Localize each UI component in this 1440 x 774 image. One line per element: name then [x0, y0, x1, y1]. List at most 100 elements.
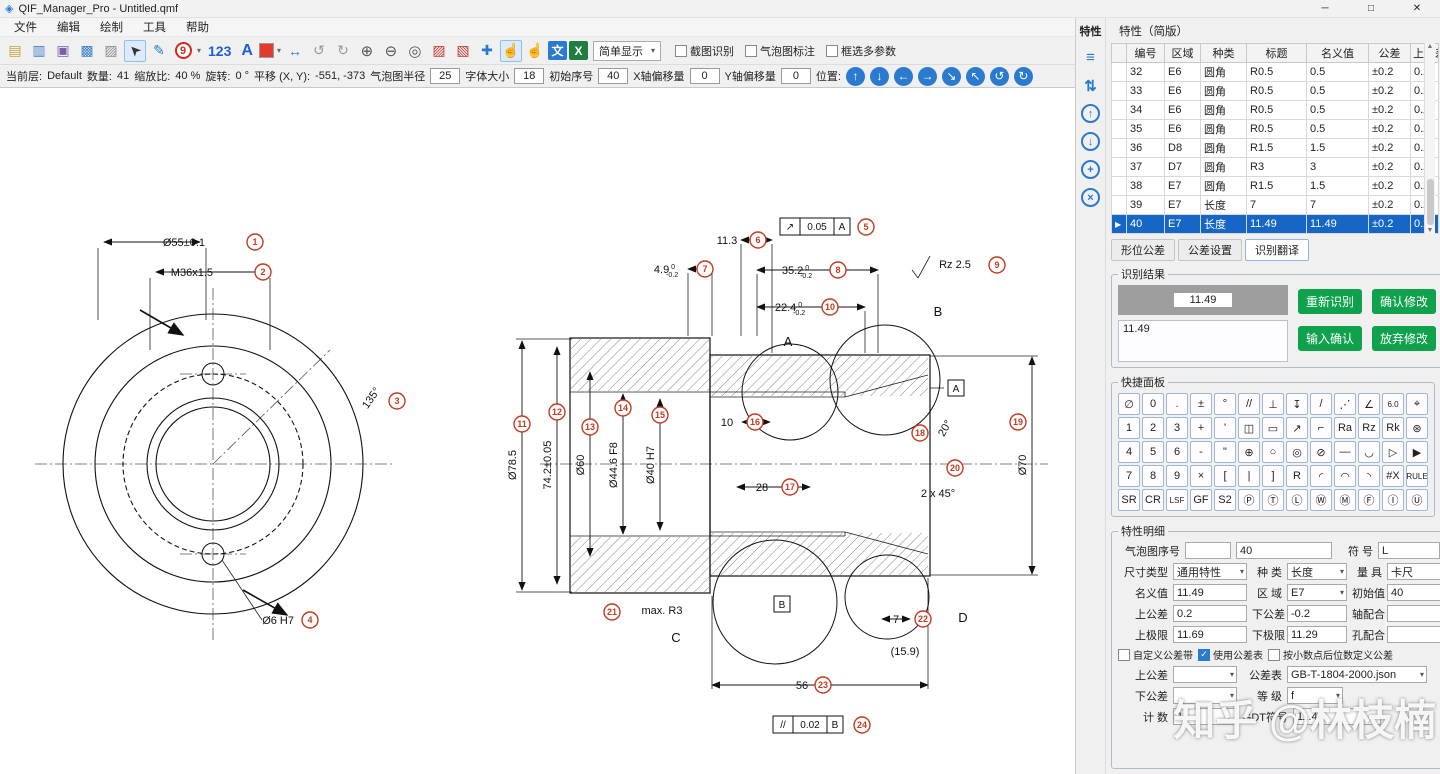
quick-symbol-button[interactable]: Ⓘ [1382, 489, 1404, 511]
dim-text[interactable]: 28 [756, 482, 768, 494]
quick-symbol-button[interactable]: Ⓤ [1406, 489, 1428, 511]
table-cell[interactable]: 1.5 [1306, 176, 1369, 196]
fcf-frame[interactable]: ↗ 0.05 A [779, 217, 851, 236]
table-cell[interactable]: R1.5 [1246, 176, 1307, 196]
table-cell[interactable]: 38 [1126, 176, 1165, 196]
quick-symbol-button[interactable]: ⊕ [1238, 441, 1260, 463]
dim-text[interactable]: max. R3 [642, 605, 683, 617]
table-cell[interactable]: 圆角 [1200, 81, 1247, 101]
table-cell[interactable]: 圆角 [1200, 100, 1247, 120]
bubble-18[interactable]: 18 [911, 424, 929, 442]
table-cell[interactable]: 39 [1126, 195, 1165, 215]
quick-symbol-button[interactable]: ' [1214, 417, 1236, 439]
dim-text[interactable]: 20° [936, 418, 955, 438]
nominal-input[interactable]: 11.49 [1173, 584, 1247, 601]
quick-symbol-button[interactable]: Ⓛ [1286, 489, 1308, 511]
table-row[interactable]: 38 E7 圆角 R1.5 1.5 ±0.2 0.2 [1111, 176, 1439, 196]
confirm-edit-button[interactable]: 确认修改 [1372, 289, 1436, 314]
dim-text[interactable]: Ø60 [575, 455, 587, 476]
nudge-upleft-button[interactable]: ↖ [965, 66, 985, 86]
tab-3[interactable]: 识别翻译 [1245, 239, 1309, 261]
bubble-4[interactable]: 4 [301, 611, 319, 629]
bubble-annotation-checkbox[interactable]: 气泡图标注 [744, 43, 815, 59]
quick-symbol-button[interactable]: - [1190, 441, 1212, 463]
dim-text[interactable]: 56 [796, 680, 808, 692]
quick-symbol-button[interactable]: × [1190, 465, 1212, 487]
dim-text[interactable]: 135° [360, 386, 383, 412]
quick-symbol-button[interactable]: SR [1118, 489, 1140, 511]
symbol-input[interactable]: L [1378, 542, 1440, 559]
nudge-right-button[interactable]: → [917, 66, 937, 86]
initial-value-input[interactable]: 40 [1387, 584, 1440, 601]
quick-symbol-button[interactable]: Ⓟ [1238, 489, 1260, 511]
quick-symbol-button[interactable]: ◝ [1358, 465, 1380, 487]
table-cell[interactable]: ±0.2 [1368, 214, 1411, 234]
quick-symbol-button[interactable]: ◎ [1286, 441, 1308, 463]
table-cell[interactable]: 33 [1126, 81, 1165, 101]
table-cell[interactable]: 7 [1306, 195, 1369, 215]
screenshot-recognition-checkbox-box[interactable] [674, 44, 687, 57]
numbering-123-button[interactable]: 123 [204, 40, 235, 62]
quick-symbol-button[interactable]: + [1190, 417, 1212, 439]
tab-2[interactable]: 公差设置 [1178, 239, 1242, 261]
bubble-14[interactable]: 14 [614, 399, 632, 417]
dim-text[interactable]: Ø40 H7 [645, 446, 657, 484]
quick-symbol-button[interactable]: [ [1214, 465, 1236, 487]
hand-tool-icon[interactable]: ☝ [524, 40, 546, 62]
column-header[interactable]: 种类 [1200, 43, 1247, 63]
quick-symbol-button[interactable]: " [1214, 441, 1236, 463]
quick-symbol-button[interactable]: ⌐ [1310, 417, 1332, 439]
marker-tool-icon[interactable]: ✎ [148, 40, 170, 62]
table-row[interactable]: 34 E6 圆角 R0.5 0.5 ±0.2 0.2 [1111, 100, 1439, 120]
table-cell[interactable]: 圆角 [1200, 176, 1247, 196]
quick-symbol-button[interactable]: Ra [1334, 417, 1356, 439]
lower-tol-input[interactable]: -0.2 [1287, 605, 1347, 622]
decimal-tol-checkbox[interactable]: 按小数点后位数定义公差 [1268, 647, 1393, 662]
table-cell[interactable]: ±0.2 [1368, 119, 1411, 139]
table-row[interactable]: 36 D8 圆角 R1.5 1.5 ±0.2 0.2 [1111, 138, 1439, 158]
table-cell[interactable]: 0.5 [1306, 62, 1369, 82]
column-header[interactable]: 区域 [1164, 43, 1201, 63]
table-cell[interactable]: ±0.2 [1368, 157, 1411, 177]
quick-symbol-button[interactable]: — [1334, 441, 1356, 463]
quick-symbol-button[interactable]: 6 [1166, 441, 1188, 463]
quick-symbol-button[interactable]: 4 [1118, 441, 1140, 463]
quick-symbol-button[interactable]: // [1238, 393, 1260, 415]
column-header[interactable]: 编号 [1126, 43, 1165, 63]
dim-text[interactable]: D [958, 610, 967, 625]
scroll-up-icon[interactable]: ▲ [1427, 43, 1434, 50]
font-size-input[interactable]: 18 [514, 68, 545, 84]
angle-tool-icon[interactable]: ▧ [452, 40, 474, 62]
gdt-symbol-input[interactable]: 11.49 [1293, 708, 1381, 725]
table-cell[interactable]: 1.5 [1306, 138, 1369, 158]
add-row-button[interactable]: + [1081, 160, 1100, 179]
quick-symbol-button[interactable]: CR [1142, 489, 1164, 511]
move-up-button[interactable]: ↑ [1081, 104, 1100, 123]
bubble-number-input[interactable]: 40 [1236, 542, 1332, 559]
table-cell[interactable]: 11.49 [1306, 214, 1369, 234]
multi-param-select-checkbox-box[interactable] [825, 44, 838, 57]
table-cell[interactable]: 36 [1126, 138, 1165, 158]
dim-text[interactable]: 10 [721, 417, 733, 429]
bubble-12[interactable]: 12 [548, 403, 566, 421]
image-tool-icon[interactable]: ▨ [100, 40, 122, 62]
table-cell[interactable]: 35 [1126, 119, 1165, 139]
dim-text[interactable]: C [671, 630, 680, 645]
hole-fit-input[interactable] [1387, 626, 1440, 643]
kind-select[interactable]: 长度 ▾ [1287, 563, 1347, 580]
bubble-5[interactable]: 5 [857, 218, 875, 236]
dim-text[interactable]: Rz 2.5 [939, 259, 971, 271]
color-caret-icon[interactable]: ▾ [277, 46, 281, 55]
quick-symbol-button[interactable]: ▶ [1406, 441, 1428, 463]
zoom-in-icon[interactable]: ⊕ [356, 40, 378, 62]
nudge-downright-button[interactable]: ↘ [941, 66, 961, 86]
fcf-frame[interactable]: // 0.02 B [772, 715, 844, 734]
input-confirm-button[interactable]: 输入确认 [1298, 326, 1362, 351]
text-label-button[interactable]: A [237, 40, 257, 62]
tol-table-select[interactable]: GB-T-1804-2000.json ▾ [1287, 666, 1427, 683]
scroll-thumb[interactable] [1426, 179, 1434, 225]
quick-symbol-button[interactable]: ] [1262, 465, 1284, 487]
table-cell[interactable]: 37 [1126, 157, 1165, 177]
use-tol-table-checkbox-box[interactable]: ✓ [1198, 648, 1210, 661]
table-cell[interactable]: 11.49 [1246, 214, 1307, 234]
